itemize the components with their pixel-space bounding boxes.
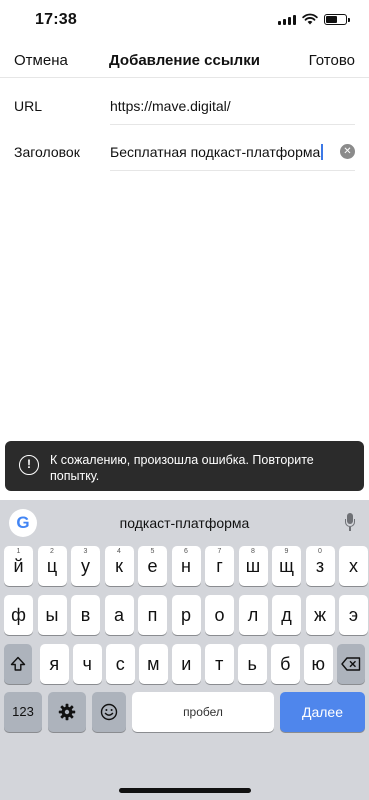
key-hint: 3	[83, 548, 88, 555]
key-в[interactable]: в	[71, 595, 100, 635]
url-row: URL https://mave.digital/	[0, 84, 369, 130]
key-label: и	[181, 654, 192, 674]
key-label: ы	[45, 605, 59, 625]
key-с[interactable]: с	[106, 644, 135, 684]
key-е[interactable]: 5е	[138, 546, 167, 586]
cellular-signal-icon	[278, 14, 296, 25]
toast-message: К сожалению, произошла ошибка. Повторите…	[50, 453, 314, 483]
status-bar: 17:38	[0, 0, 369, 40]
key-hint: 7	[217, 548, 222, 555]
suggestion-text[interactable]: подкаст-платформа	[0, 515, 369, 531]
space-key[interactable]: пробел	[132, 692, 274, 732]
title-row: Заголовок Бесплатная подкаст-платформа ✕	[0, 130, 369, 176]
key-hint: 6	[184, 548, 188, 555]
key-я[interactable]: я	[40, 644, 69, 684]
key-щ[interactable]: 9щ	[272, 546, 301, 586]
key-й[interactable]: 1й	[4, 546, 33, 586]
key-hint: 1	[16, 548, 21, 555]
key-з[interactable]: 0з	[305, 546, 335, 586]
url-field[interactable]: https://mave.digital/	[110, 88, 355, 125]
key-а[interactable]: а	[104, 595, 134, 635]
key-label: ь	[247, 654, 257, 674]
key-у[interactable]: 3у	[71, 546, 100, 586]
url-label: URL	[14, 98, 43, 114]
key-г[interactable]: 7г	[205, 546, 234, 586]
key-hint: 2	[50, 548, 54, 555]
backspace-icon	[341, 657, 361, 671]
next-key[interactable]: Далее	[280, 692, 365, 732]
key-к[interactable]: 4к	[104, 546, 134, 586]
key-label: а	[113, 605, 124, 625]
emoji-key[interactable]	[92, 692, 126, 732]
key-ц[interactable]: 2ц	[37, 546, 67, 586]
key-label: э	[348, 605, 359, 625]
navigation-bar: Отмена Добавление ссылки Готово	[0, 44, 369, 78]
key-ы[interactable]: ы	[37, 595, 67, 635]
key-hint: 0	[318, 548, 322, 555]
backspace-key[interactable]	[337, 644, 365, 684]
keyboard: G подкаст-платформа 1й2ц3у4к5е6н7г8ш9щ0з…	[0, 500, 369, 800]
key-ф[interactable]: ф	[4, 595, 33, 635]
key-п[interactable]: п	[138, 595, 167, 635]
done-button[interactable]: Готово	[309, 52, 355, 69]
key-label: п	[147, 605, 158, 625]
key-hint: 8	[251, 548, 255, 555]
key-ш[interactable]: 8ш	[238, 546, 268, 586]
clear-text-icon[interactable]: ✕	[340, 144, 355, 159]
key-label: б	[280, 654, 291, 674]
key-ч[interactable]: ч	[73, 644, 102, 684]
key-ю[interactable]: ю	[304, 644, 333, 684]
url-field-value: https://mave.digital/	[110, 98, 231, 114]
key-label: ю	[311, 654, 326, 674]
battery-icon	[324, 13, 350, 25]
key-label: м	[147, 654, 160, 674]
home-indicator	[119, 788, 251, 793]
key-label: я	[49, 654, 60, 674]
key-л[interactable]: л	[238, 595, 268, 635]
title-field[interactable]: Бесплатная подкаст-платформа ✕	[110, 134, 355, 171]
key-label: д	[281, 605, 292, 625]
key-х[interactable]: х	[339, 546, 368, 586]
key-р[interactable]: р	[171, 595, 201, 635]
key-label: ф	[11, 605, 26, 625]
key-label: т	[215, 654, 224, 674]
key-т[interactable]: т	[205, 644, 234, 684]
alert-circle-icon: !	[19, 455, 39, 475]
key-label: ж	[313, 605, 327, 625]
key-ь[interactable]: ь	[238, 644, 267, 684]
key-б[interactable]: б	[271, 644, 300, 684]
key-д[interactable]: д	[272, 595, 301, 635]
error-toast: ! К сожалению, произошла ошибка. Повтори…	[5, 441, 364, 491]
suggestion-bar: G подкаст-платформа	[0, 500, 369, 544]
key-м[interactable]: м	[139, 644, 168, 684]
key-label: р	[180, 605, 191, 625]
emoji-icon	[100, 703, 118, 721]
shift-key[interactable]	[4, 644, 32, 684]
key-label: ч	[82, 654, 92, 674]
key-н[interactable]: 6н	[171, 546, 201, 586]
key-hint: 9	[284, 548, 289, 555]
key-label: х	[349, 556, 358, 576]
status-time: 17:38	[35, 11, 77, 28]
title-field-value: Бесплатная подкаст-платформа	[110, 144, 321, 160]
title-label: Заголовок	[14, 144, 80, 160]
wifi-icon	[302, 13, 318, 25]
text-cursor	[321, 144, 324, 160]
key-hint: 5	[150, 548, 155, 555]
key-э[interactable]: э	[339, 595, 368, 635]
key-label: в	[80, 605, 91, 625]
shift-arrow-icon	[10, 656, 26, 671]
key-и[interactable]: и	[172, 644, 201, 684]
key-label: о	[214, 605, 225, 625]
numbers-key[interactable]: 123	[4, 692, 42, 732]
status-icons	[278, 13, 350, 25]
key-hint: 4	[117, 548, 121, 555]
key-ж[interactable]: ж	[305, 595, 335, 635]
microphone-icon[interactable]	[345, 513, 355, 531]
settings-key[interactable]	[48, 692, 86, 732]
key-label: с	[115, 654, 125, 674]
key-label: л	[247, 605, 259, 625]
key-о[interactable]: о	[205, 595, 234, 635]
gear-icon	[58, 703, 76, 721]
